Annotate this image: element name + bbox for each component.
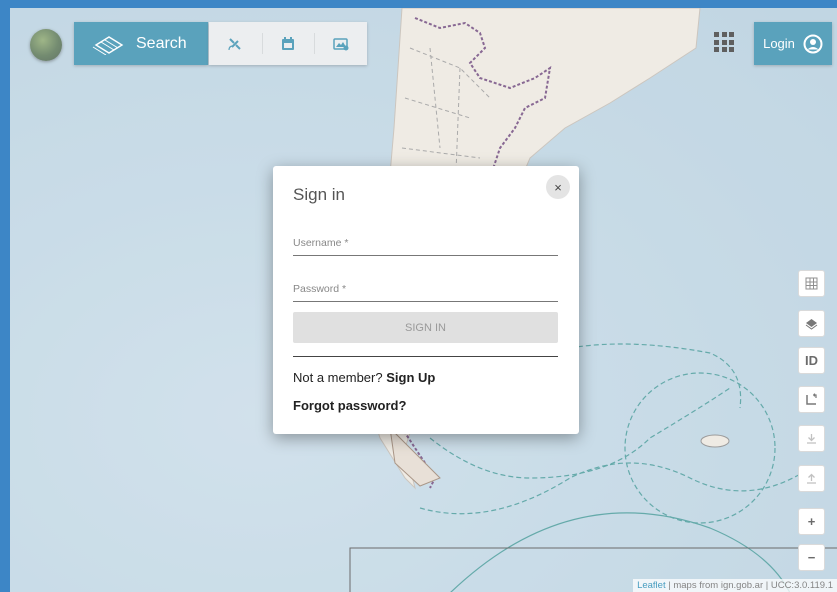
password-field-wrapper	[293, 279, 558, 302]
app-frame: Search Login ID + − Leaflet | maps from …	[0, 0, 837, 592]
dialog-title: Sign in	[293, 185, 345, 204]
not-member-text: Not a member? Sign Up	[293, 370, 435, 385]
close-icon: ×	[554, 179, 562, 195]
forgot-password-link[interactable]: Forgot password?	[293, 398, 406, 413]
sign-in-dialog: Sign in × SIGN IN Not a member? Sign Up …	[273, 166, 579, 434]
sign-in-button[interactable]: SIGN IN	[293, 312, 558, 343]
not-member-label: Not a member?	[293, 370, 383, 385]
close-button[interactable]: ×	[546, 175, 570, 199]
password-field[interactable]	[293, 283, 558, 295]
username-field-wrapper	[293, 233, 558, 256]
sign-up-link[interactable]: Sign Up	[386, 370, 435, 385]
divider	[293, 356, 558, 357]
username-field[interactable]	[293, 237, 558, 249]
